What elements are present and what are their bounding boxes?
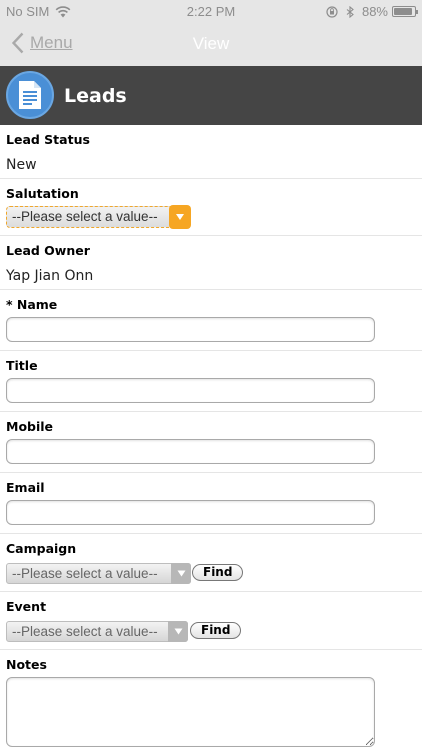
page-title: Leads bbox=[64, 85, 127, 107]
status-bar: No SIM 2:22 PM 88% bbox=[0, 0, 422, 22]
campaign-select[interactable]: --Please select a value-- bbox=[6, 563, 191, 584]
document-icon bbox=[19, 81, 41, 109]
campaign-find-button[interactable]: Find bbox=[192, 564, 244, 581]
salutation-row: Salutation --Please select a value-- bbox=[0, 179, 422, 236]
header-icon-badge bbox=[6, 71, 54, 119]
campaign-lookup: --Please select a value-- Find bbox=[6, 561, 422, 591]
campaign-row: Campaign --Please select a value-- Find bbox=[0, 534, 422, 592]
mobile-row: Mobile bbox=[0, 412, 422, 473]
title-label: Title bbox=[6, 358, 38, 373]
lead-owner-value: Yap Jian Onn bbox=[6, 268, 94, 284]
notes-label: Notes bbox=[6, 657, 47, 672]
event-select[interactable]: --Please select a value-- bbox=[6, 621, 188, 642]
battery-icon bbox=[392, 6, 418, 17]
salutation-selected-value: --Please select a value-- bbox=[12, 209, 158, 224]
name-row: * Name bbox=[0, 290, 422, 351]
battery-percent: 88% bbox=[361, 4, 388, 19]
name-input[interactable] bbox=[6, 317, 375, 342]
mobile-input[interactable] bbox=[6, 439, 375, 464]
page-header: Leads bbox=[0, 66, 422, 125]
lead-status-label: Lead Status bbox=[6, 132, 90, 147]
lead-status-value: New bbox=[6, 157, 37, 173]
event-label: Event bbox=[6, 599, 47, 614]
bluetooth-icon bbox=[346, 5, 354, 18]
status-right: 88% bbox=[326, 4, 418, 19]
dropdown-arrow-icon[interactable] bbox=[171, 563, 191, 584]
campaign-selected-value: --Please select a value-- bbox=[12, 566, 158, 581]
title-row: Title bbox=[0, 351, 422, 412]
email-input[interactable] bbox=[6, 500, 375, 525]
email-row: Email bbox=[0, 473, 422, 534]
lead-form: Lead Status New Salutation --Please sele… bbox=[0, 125, 422, 750]
navigation-bar: Menu View bbox=[0, 22, 422, 66]
dropdown-arrow-icon[interactable] bbox=[168, 621, 188, 642]
event-selected-value: --Please select a value-- bbox=[12, 624, 158, 639]
lead-owner-row: Lead Owner Yap Jian Onn bbox=[0, 236, 422, 290]
notes-textarea[interactable] bbox=[6, 677, 375, 747]
event-lookup: --Please select a value-- Find bbox=[6, 619, 422, 649]
lead-status-row: Lead Status New bbox=[0, 125, 422, 179]
battery-fill bbox=[394, 8, 412, 15]
notes-row: Notes bbox=[0, 650, 422, 750]
salutation-label: Salutation bbox=[6, 186, 79, 201]
lead-owner-label: Lead Owner bbox=[6, 243, 90, 258]
name-label: * Name bbox=[6, 297, 58, 312]
orientation-lock-icon bbox=[326, 5, 338, 18]
dropdown-arrow-icon[interactable] bbox=[169, 205, 191, 229]
salutation-select[interactable]: --Please select a value-- bbox=[6, 205, 191, 229]
email-label: Email bbox=[6, 480, 45, 495]
nav-title: View bbox=[192, 34, 230, 53]
title-input[interactable] bbox=[6, 378, 375, 403]
campaign-label: Campaign bbox=[6, 541, 77, 556]
event-find-button[interactable]: Find bbox=[190, 622, 242, 639]
event-row: Event --Please select a value-- Find bbox=[0, 592, 422, 650]
mobile-label: Mobile bbox=[6, 419, 54, 434]
